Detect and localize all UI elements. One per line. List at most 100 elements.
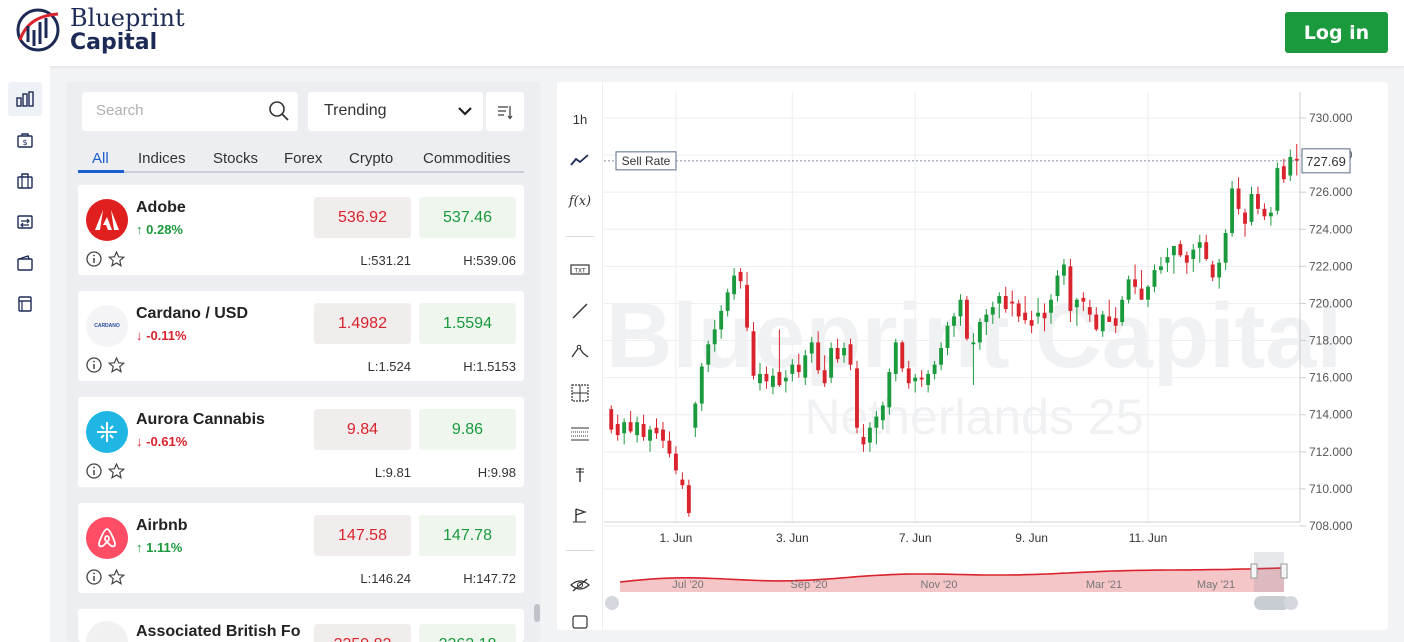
document-icon[interactable] [8,287,42,321]
settings-icon[interactable] [566,612,594,630]
candle-body [822,370,827,384]
flag-icon[interactable] [566,504,594,528]
tab-stocks[interactable]: Stocks [213,150,258,167]
asset-card-aurora-cannabis[interactable]: Aurora Cannabis ↓ -0.61% 9.84 9.86 L:9.8… [78,397,524,487]
tab-crypto[interactable]: Crypto [349,150,393,167]
sell-price-button[interactable]: 147.58 [314,515,411,556]
watchlist-scrollbar[interactable] [534,604,540,622]
buy-price-button[interactable]: 2362.18 [419,624,516,642]
candle-body [939,347,944,365]
candle-body [945,325,950,348]
toolbar-divider [566,550,594,551]
asset-card-airbnb[interactable]: Airbnb ↑ 1.11% 147.58 147.78 L:146.24 H:… [78,503,524,593]
star-icon[interactable] [108,569,125,585]
interval-selector[interactable]: 1h [566,107,594,131]
candle-body [1165,257,1170,263]
candle-body [764,373,769,382]
indicator-fx-button[interactable]: f(x) [566,189,594,213]
candle-body [1107,316,1112,322]
candle-body [809,342,814,354]
crosshair-measure-icon[interactable] [566,381,594,405]
trendline-icon[interactable] [566,299,594,323]
candle-body [777,372,782,386]
buy-price-button[interactable]: 9.86 [419,409,516,450]
login-button[interactable]: Log in [1285,12,1388,53]
search-input[interactable] [96,102,256,119]
sell-price-button[interactable]: 2359.82 [314,624,411,642]
sort-button[interactable] [486,92,524,131]
candle-body [628,422,633,432]
candle-body [1074,299,1079,308]
briefcase-icon[interactable] [8,164,42,198]
chevron-down-icon[interactable] [456,103,474,119]
arrow-up-icon: ↑ [136,222,143,237]
buy-price-button[interactable]: 1.5594 [419,303,516,344]
info-icon[interactable] [86,463,102,479]
navigator-label: Mar '21 [1086,579,1122,591]
candle-body [1256,194,1260,209]
asset-change-value: -0.11% [146,328,187,343]
candle-body [673,453,678,471]
buy-price-button[interactable]: 537.46 [419,197,516,238]
candle-body [913,377,918,382]
tab-all[interactable]: All [92,150,109,167]
candle-body [609,409,614,430]
wallet-icon[interactable] [8,246,42,280]
asset-change: ↑ 1.11% [136,540,182,555]
x-tick-label: 9. Jun [1015,531,1048,545]
candle-body [680,479,685,486]
brand-line2: Capital [70,30,158,55]
info-icon[interactable] [86,569,102,585]
asset-card-adobe[interactable]: Adobe ↑ 0.28% 536.92 537.46 L:531.21 H:5… [78,185,524,275]
tab-indices[interactable]: Indices [138,150,186,167]
asset-card-cardano[interactable]: CARDANO Cardano / USD ↓ -0.11% 1.4982 1.… [78,291,524,381]
candle-body [952,316,956,326]
search-icon[interactable] [268,100,290,122]
asset-change-value: -0.61% [146,434,188,449]
asset-card-associated-british-foods[interactable]: Associated British Fo 2359.82 2362.18 [78,609,524,642]
candle-body [1023,312,1028,321]
tab-commodities[interactable]: Commodities [423,150,511,167]
transfer-icon[interactable] [8,205,42,239]
info-icon[interactable] [86,251,102,267]
candle-body [1062,264,1066,276]
asset-change-value: 1.11% [146,540,183,555]
star-icon[interactable] [108,357,125,373]
info-icon[interactable] [86,357,102,373]
y-tick-label: 716.000 [1309,371,1353,385]
candle-body [1081,297,1086,302]
search-field[interactable] [82,92,298,131]
wallet-dollar-icon[interactable]: $ [8,123,42,157]
brand-logo[interactable]: Blueprint Capital [14,6,185,54]
candle-body [887,372,892,408]
fibonacci-grid-icon[interactable] [566,422,594,446]
navigator-scrollbar-track [604,596,1300,610]
candle-body [1236,188,1241,209]
candle-body [1184,255,1189,263]
candle-body [848,344,853,365]
candle-body [900,342,905,369]
line-chart-icon[interactable] [566,148,594,172]
star-icon[interactable] [108,463,125,479]
hide-drawings-icon[interactable] [566,573,594,597]
chart-icon[interactable] [8,82,42,116]
star-icon[interactable] [108,251,125,267]
asset-change: ↑ 0.28% [136,222,183,237]
buy-price-button[interactable]: 147.78 [419,515,516,556]
price-chart[interactable]: Blueprint CapitalNetherlands 25 730.000 7… [604,82,1388,630]
sell-price-button[interactable]: 9.84 [314,409,411,450]
y-tick-label: 722.000 [1309,259,1353,273]
candle-body [835,347,840,360]
vertical-marker-icon[interactable] [566,463,594,487]
candle-body [842,347,846,356]
navigator-label: Nov '20 [921,579,958,591]
sell-price-button[interactable]: 1.4982 [314,303,411,344]
day-low: L:9.81 [374,465,411,480]
sell-price-button[interactable]: 536.92 [314,197,411,238]
tab-forex[interactable]: Forex [284,150,322,167]
path-tool-icon[interactable] [566,340,594,364]
y-tick-label: 720.000 [1309,296,1353,310]
text-tool-icon[interactable]: TXT [566,258,594,282]
cardano-logo-icon: CARDANO [86,305,128,347]
candle-body [1294,158,1299,161]
